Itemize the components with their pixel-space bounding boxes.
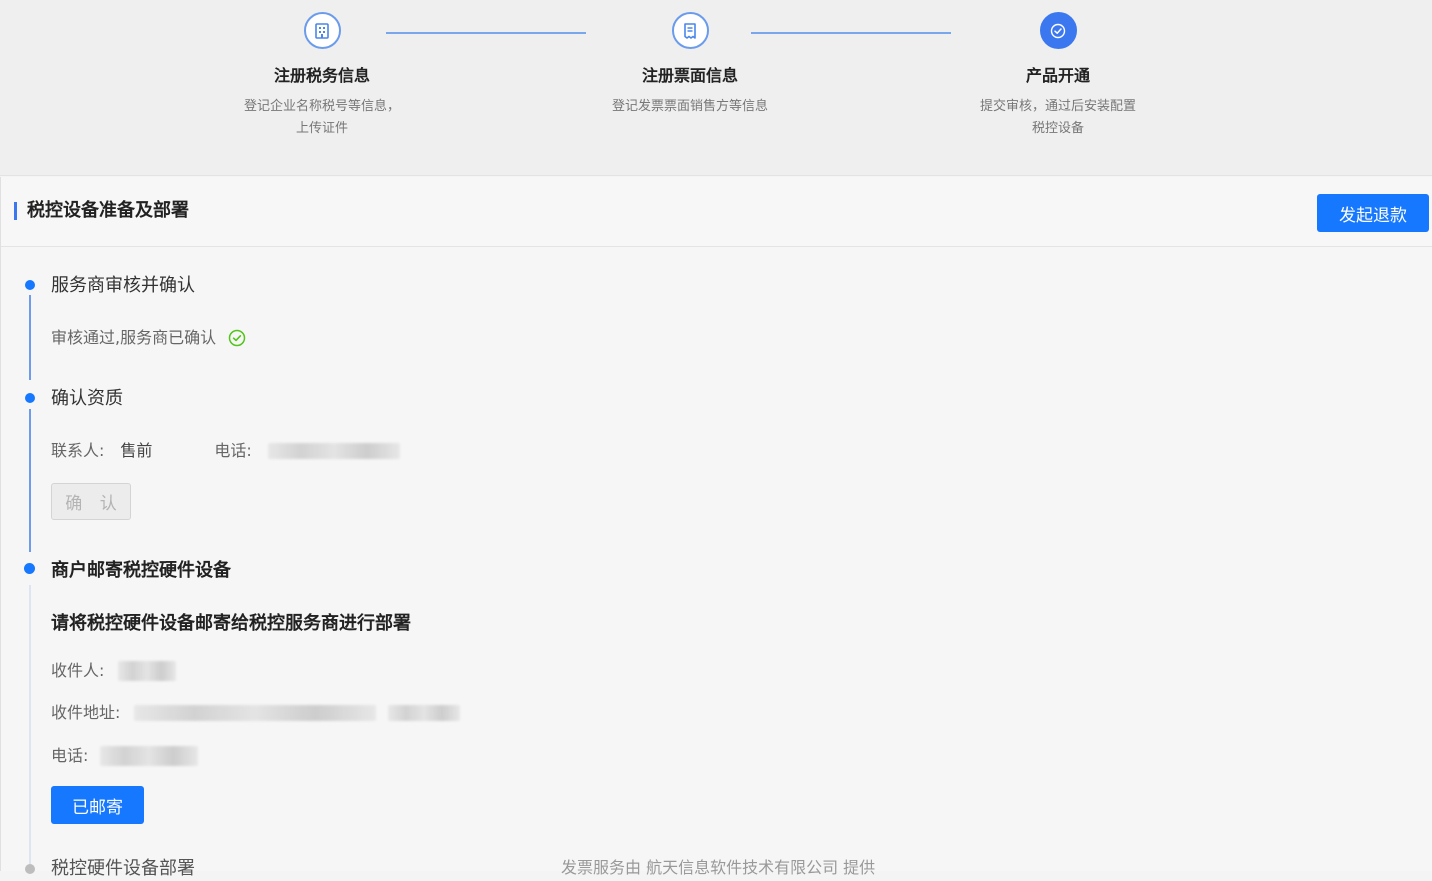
step-title: 注册税务信息 <box>273 66 370 85</box>
invoice-icon <box>671 12 709 49</box>
panel-title: 税控设备准备及部署 <box>27 200 189 221</box>
step-product-activation: 产品开通 提交审核，通过后安装配置税控设备 <box>948 0 1168 140</box>
redacted-phone <box>100 746 199 766</box>
redacted-address-extra <box>388 705 461 721</box>
step-description: 登记发票票面销售方等信息 <box>611 99 768 114</box>
step-register-tax-info: 注册税务信息 登记企业名称税号等信息，上传证件 <box>212 0 432 140</box>
progress-steps: 注册税务信息 登记企业名称税号等信息，上传证件 注册票面信息 登记发票票面销售方… <box>0 0 1432 176</box>
contact-info: 联系人: 售前 电话: <box>51 440 400 462</box>
timeline-dot <box>25 393 35 403</box>
refund-button[interactable]: 发起退款 <box>1317 194 1429 232</box>
timeline-line <box>29 409 31 552</box>
redacted-recipient <box>118 661 177 681</box>
step-description: 提交审核，通过后安装配置税控设备 <box>979 99 1136 136</box>
address-label: 收件地址: <box>51 703 121 722</box>
contact-label: 联系人: <box>51 441 105 460</box>
mail-instruction: 请将税控硬件设备邮寄给税控服务商进行部署 <box>51 613 411 634</box>
timeline-step-title: 确认资质 <box>51 388 123 409</box>
title-accent-bar <box>14 202 17 220</box>
redacted-address <box>134 705 377 721</box>
timeline-line <box>29 295 31 380</box>
approval-status-text: 审核通过,服务商已确认 <box>51 328 217 347</box>
timeline-dot <box>25 864 35 874</box>
timeline-step-title: 服务商审核并确认 <box>51 275 195 296</box>
confirm-button[interactable]: 确 认 <box>51 483 131 520</box>
deployment-panel: 税控设备准备及部署 发起退款 服务商审核并确认 审核通过,服务商已确认 确认资质… <box>0 177 1432 879</box>
timeline-dot <box>24 563 35 574</box>
timeline-step-title: 税控硬件设备部署 <box>51 858 195 879</box>
redacted-phone <box>267 443 400 459</box>
footer-provider-note: 发票服务由 航天信息软件技术有限公司 提供 <box>561 858 876 877</box>
step-title: 产品开通 <box>1025 66 1090 85</box>
address-field: 收件地址: <box>51 702 461 724</box>
building-doc-icon <box>303 12 341 49</box>
contact-value: 售前 <box>120 441 153 460</box>
recipient-label: 收件人: <box>51 661 105 680</box>
panel-header: 税控设备准备及部署 发起退款 <box>1 177 1432 247</box>
timeline-dot <box>25 280 35 290</box>
step-description: 登记企业名称税号等信息，上传证件 <box>243 99 400 136</box>
timeline-line <box>29 585 31 871</box>
recipient-field: 收件人: <box>51 660 177 682</box>
step-title: 注册票面信息 <box>641 66 738 85</box>
mailed-button[interactable]: 已邮寄 <box>51 786 144 824</box>
phone-label: 电话: <box>214 441 252 460</box>
check-circle-icon <box>228 329 246 347</box>
phone-field: 电话: <box>51 745 199 767</box>
timeline-step-title: 商户邮寄税控硬件设备 <box>51 560 231 581</box>
check-circle-icon <box>1039 12 1077 49</box>
step-register-invoice-info: 注册票面信息 登记发票票面销售方等信息 <box>580 0 800 118</box>
approval-status: 审核通过,服务商已确认 <box>51 327 246 349</box>
phone-label: 电话: <box>51 746 89 765</box>
